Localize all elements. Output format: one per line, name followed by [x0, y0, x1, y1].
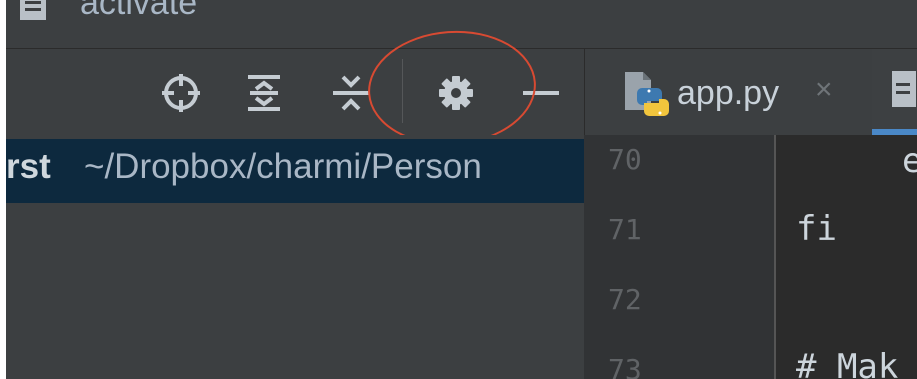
python-file-icon	[625, 72, 669, 116]
line-number: 73	[608, 353, 642, 379]
minimize-icon[interactable]	[521, 73, 561, 113]
gear-icon[interactable]	[436, 73, 476, 113]
crosshair-icon[interactable]	[161, 73, 201, 113]
tab-app-py[interactable]: app.py ×	[585, 49, 851, 135]
line-number-gutter: 70 71 72 73	[584, 135, 774, 379]
tree-item-path: ~/Dropbox/charmi/Person	[84, 147, 482, 186]
line-number: 70	[608, 143, 642, 176]
editor-tabs: app.py ×	[584, 49, 917, 135]
top-strip: activate	[6, 0, 917, 49]
project-toolbar	[6, 49, 584, 135]
line-number: 72	[608, 283, 642, 316]
tab-second[interactable]	[872, 49, 917, 135]
tree-row-selected[interactable]: rst ~/Dropbox/charmi/Person	[6, 139, 584, 203]
text-file-icon	[892, 71, 916, 107]
tree-item-name: rst	[6, 147, 51, 186]
close-icon[interactable]: ×	[815, 73, 833, 107]
code-line: fi	[796, 209, 837, 249]
collapse-all-icon[interactable]	[331, 73, 371, 113]
tab-label: app.py	[677, 74, 780, 112]
line-number: 71	[608, 213, 642, 246]
expand-all-icon[interactable]	[244, 73, 284, 113]
ide-window: activate rst ~/Dropbox/charmi/Person app…	[6, 0, 917, 379]
toolbar-separator	[402, 59, 403, 123]
code-editor[interactable]: e fi # Mak	[776, 135, 917, 379]
code-line: # Mak	[796, 347, 899, 379]
code-line: e	[902, 141, 917, 181]
file-icon	[20, 0, 46, 20]
window-title: activate	[80, 0, 198, 22]
project-tree[interactable]: rst ~/Dropbox/charmi/Person	[6, 135, 584, 379]
